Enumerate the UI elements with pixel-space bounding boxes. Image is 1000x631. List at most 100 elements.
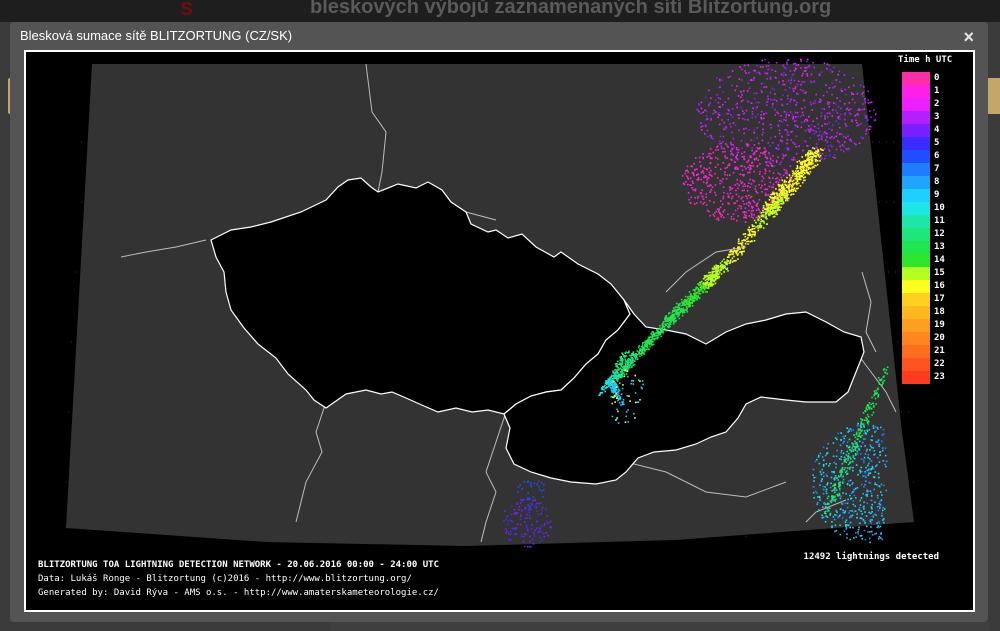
strike-mark bbox=[784, 193, 786, 196]
strike-mark bbox=[748, 194, 750, 197]
strike-mark bbox=[878, 526, 880, 529]
strike-mark bbox=[660, 335, 662, 338]
strike-mark bbox=[797, 126, 799, 128]
strike-mark bbox=[877, 509, 880, 512]
strike-mark bbox=[711, 278, 714, 280]
strike-mark bbox=[845, 493, 847, 495]
strike-mark bbox=[697, 102, 700, 105]
strike-mark bbox=[848, 449, 851, 451]
strike-mark bbox=[867, 464, 869, 467]
strike-mark bbox=[860, 517, 863, 520]
strike-mark bbox=[647, 339, 649, 342]
strike-mark bbox=[800, 83, 802, 86]
strike-mark bbox=[814, 160, 817, 162]
strike-mark bbox=[826, 63, 828, 65]
strike-mark bbox=[813, 130, 815, 132]
strike-mark bbox=[819, 452, 822, 455]
strike-mark bbox=[751, 207, 753, 209]
legend-swatch bbox=[902, 254, 930, 267]
strike-mark bbox=[771, 142, 774, 144]
strike-mark bbox=[842, 150, 845, 153]
strike-mark bbox=[737, 148, 740, 151]
strike-mark bbox=[761, 191, 763, 193]
strike-mark bbox=[781, 103, 783, 106]
strike-mark bbox=[864, 101, 867, 104]
strike-mark bbox=[848, 512, 850, 514]
strike-mark bbox=[817, 456, 820, 458]
strike-mark bbox=[695, 157, 697, 159]
strike-mark bbox=[821, 517, 824, 519]
strike-mark bbox=[881, 384, 883, 386]
strike-mark bbox=[710, 117, 712, 120]
strike-mark bbox=[825, 463, 828, 465]
strike-mark bbox=[852, 466, 854, 469]
strike-mark bbox=[838, 141, 841, 144]
strike-mark bbox=[743, 245, 745, 248]
strike-mark bbox=[853, 511, 855, 513]
strike-mark bbox=[741, 68, 743, 71]
strike-mark bbox=[827, 442, 829, 445]
strike-mark bbox=[818, 73, 821, 76]
strike-mark bbox=[742, 247, 744, 250]
strike-mark bbox=[697, 173, 700, 176]
strike-mark bbox=[612, 371, 614, 374]
strike-mark bbox=[744, 242, 747, 245]
strike-mark bbox=[517, 491, 519, 493]
strike-mark bbox=[547, 534, 549, 537]
strike-mark bbox=[726, 157, 729, 159]
strike-mark bbox=[707, 135, 709, 138]
strike-mark bbox=[835, 148, 838, 151]
strike-mark bbox=[855, 464, 858, 466]
strike-mark bbox=[867, 404, 870, 406]
strike-mark bbox=[504, 510, 506, 512]
strike-mark bbox=[623, 373, 626, 376]
strike-mark bbox=[838, 476, 840, 478]
strike-mark bbox=[543, 524, 546, 527]
strike-mark bbox=[659, 327, 661, 330]
strike-mark bbox=[718, 106, 720, 108]
strike-mark bbox=[861, 471, 863, 473]
legend-label: 10 bbox=[934, 203, 945, 213]
legend-label: 22 bbox=[934, 359, 945, 369]
strike-mark bbox=[852, 456, 855, 459]
strike-mark bbox=[854, 510, 857, 512]
strike-mark bbox=[833, 66, 835, 69]
strike-mark bbox=[750, 165, 753, 167]
strike-mark bbox=[673, 309, 675, 312]
strike-mark bbox=[736, 85, 738, 87]
strike-mark bbox=[741, 93, 743, 96]
strike-mark bbox=[761, 82, 764, 85]
strike-mark bbox=[767, 68, 770, 71]
strike-mark bbox=[772, 159, 774, 162]
strike-mark bbox=[721, 203, 724, 205]
strike-mark bbox=[786, 171, 788, 173]
strike-mark bbox=[829, 463, 831, 465]
strike-mark bbox=[640, 350, 643, 353]
strike-mark bbox=[610, 374, 613, 377]
strike-mark bbox=[769, 91, 772, 94]
strike-mark bbox=[857, 528, 860, 531]
strike-mark bbox=[677, 308, 680, 310]
strike-mark bbox=[861, 434, 863, 437]
strike-mark bbox=[543, 484, 545, 486]
strike-mark bbox=[862, 423, 865, 426]
strike-mark bbox=[714, 282, 717, 285]
close-button[interactable]: × bbox=[963, 28, 974, 46]
strike-mark bbox=[737, 187, 739, 190]
strike-mark bbox=[870, 506, 873, 508]
strike-mark bbox=[620, 393, 623, 395]
strike-mark bbox=[762, 206, 765, 209]
strike-mark bbox=[714, 184, 717, 186]
strike-mark bbox=[625, 363, 627, 366]
legend-title: Time h UTC bbox=[898, 55, 953, 65]
strike-mark bbox=[814, 476, 817, 479]
strike-mark bbox=[776, 198, 778, 200]
lightning-dialog: Blesková sumace sítě BLITZORTUNG (CZ/SK)… bbox=[10, 22, 988, 622]
strike-mark bbox=[748, 204, 750, 207]
strike-mark bbox=[808, 64, 811, 67]
strike-mark bbox=[760, 218, 762, 221]
strike-mark bbox=[860, 445, 862, 448]
strike-mark bbox=[745, 109, 748, 112]
strike-mark bbox=[822, 492, 825, 495]
strike-mark bbox=[727, 108, 729, 111]
